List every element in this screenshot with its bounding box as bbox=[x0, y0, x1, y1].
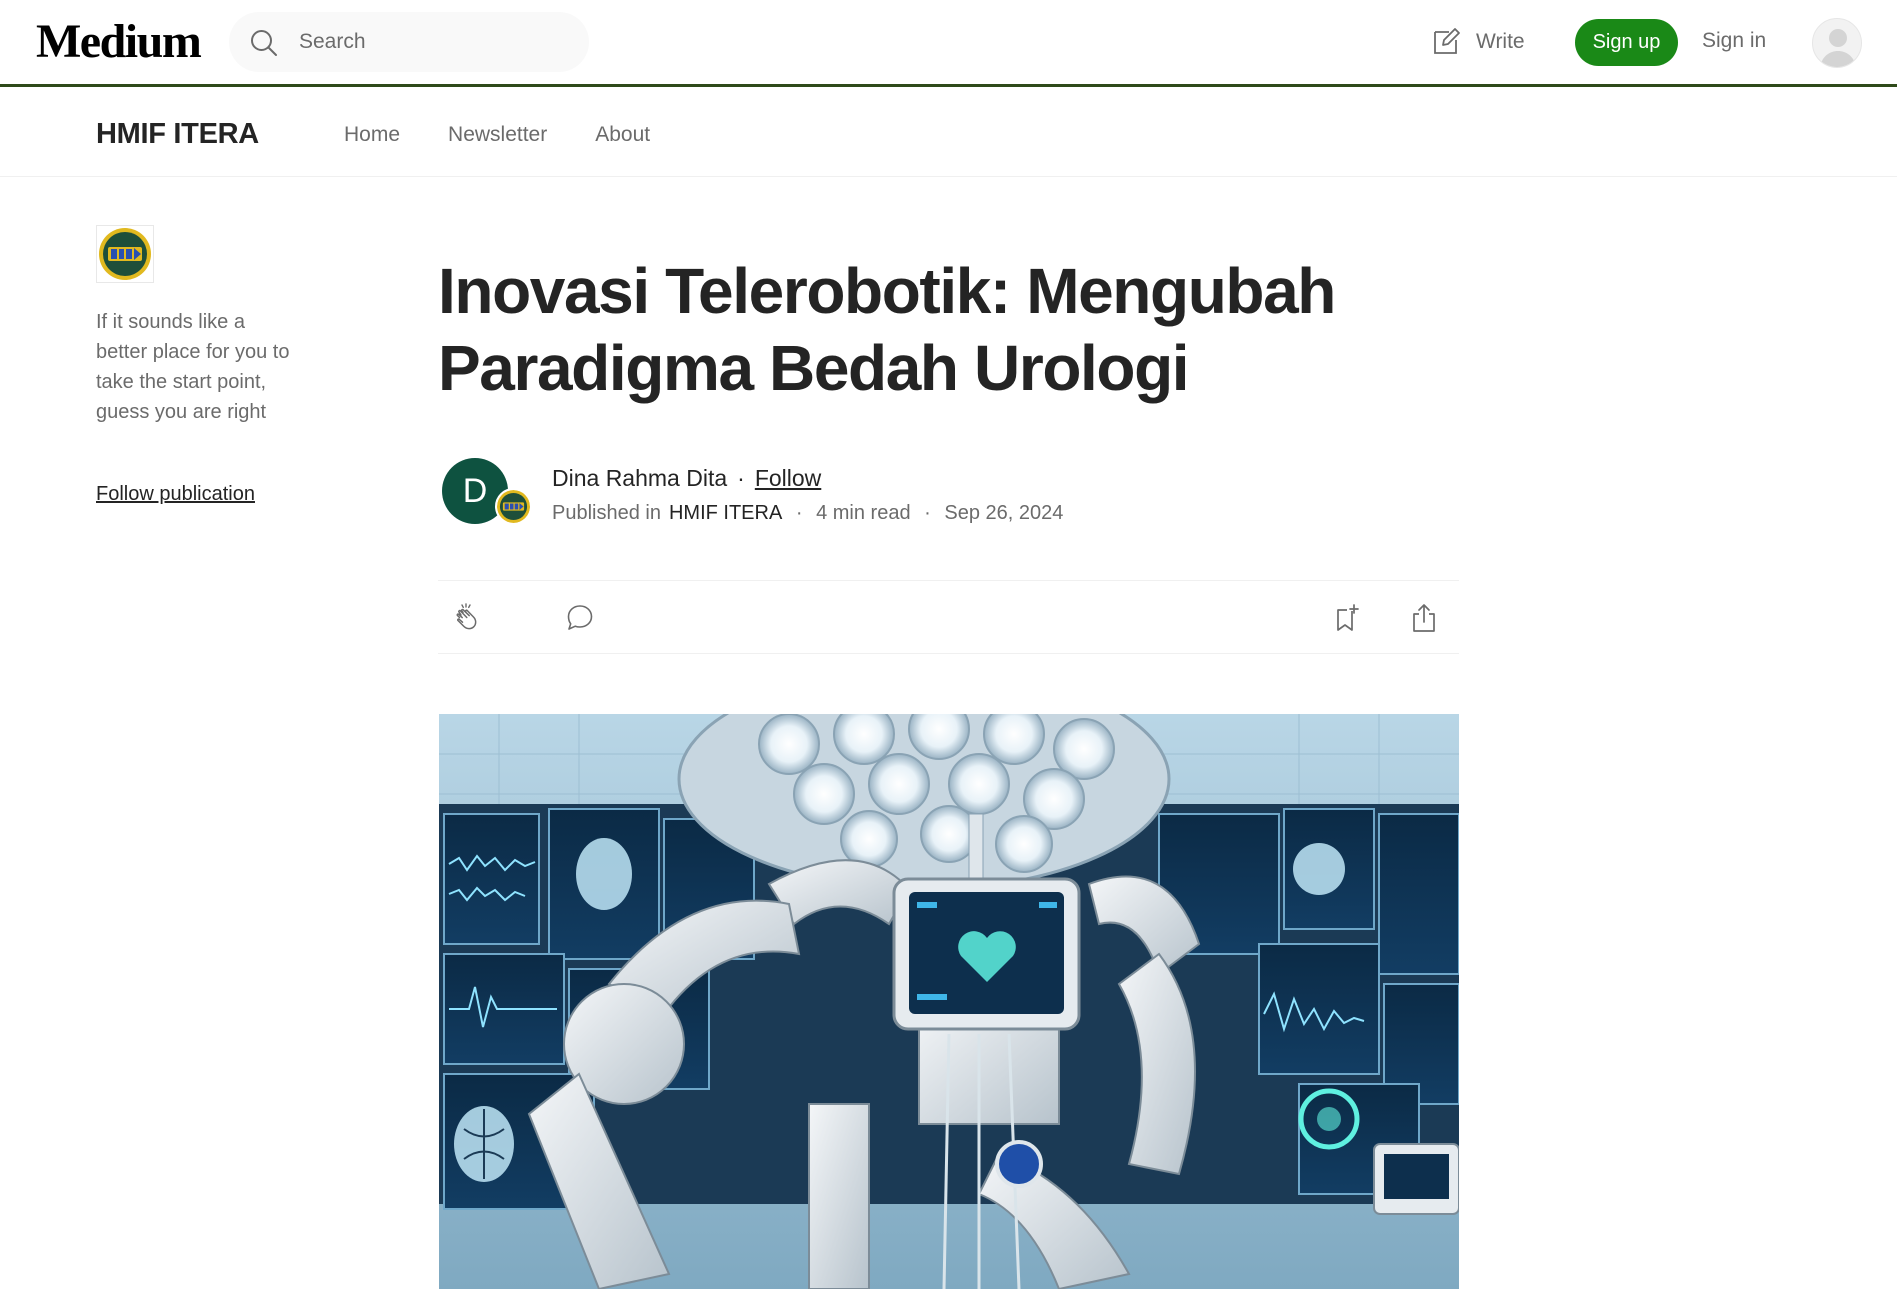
search-icon bbox=[251, 30, 277, 56]
follow-author-link[interactable]: Follow bbox=[755, 465, 821, 492]
user-avatar[interactable] bbox=[1812, 18, 1862, 68]
separator-dot: · bbox=[737, 465, 745, 491]
article-meta: Published in HMIF ITERA · 4 min read · S… bbox=[552, 502, 1063, 525]
publication-navbar: HMIF ITERA Home Newsletter About bbox=[0, 90, 1897, 177]
follow-publication-link[interactable]: Follow publication bbox=[96, 483, 255, 506]
publish-date: Sep 26, 2024 bbox=[944, 502, 1064, 524]
share-icon bbox=[1413, 604, 1435, 632]
write-icon bbox=[1434, 28, 1460, 54]
article-title: Inovasi Telerobotik: Mengubah Paradigma … bbox=[438, 255, 1336, 404]
article-action-bar bbox=[438, 580, 1459, 654]
separator-dot: · bbox=[918, 502, 937, 524]
author-line: Dina Rahma Dita · Follow bbox=[552, 465, 821, 492]
search-box[interactable] bbox=[229, 12, 589, 72]
bookmark-add-icon bbox=[1337, 604, 1359, 631]
publication-logo[interactable] bbox=[96, 225, 154, 283]
publication-badge[interactable] bbox=[495, 488, 532, 525]
top-navbar: Medium Write Sign up Sign in bbox=[0, 0, 1897, 87]
search-input[interactable] bbox=[299, 12, 569, 72]
nav-home[interactable]: Home bbox=[344, 123, 400, 147]
publication-name[interactable]: HMIF ITERA bbox=[96, 118, 259, 151]
article-hero-image bbox=[439, 714, 1459, 1289]
comment-button[interactable] bbox=[563, 601, 597, 635]
share-button[interactable] bbox=[1407, 601, 1441, 635]
robotic-surgery-illustration bbox=[439, 714, 1459, 1289]
write-label: Write bbox=[1476, 30, 1525, 53]
published-in-label: Published in bbox=[552, 502, 661, 524]
clap-icon bbox=[456, 603, 477, 630]
published-in-publication[interactable]: HMIF ITERA bbox=[669, 502, 782, 525]
nav-newsletter[interactable]: Newsletter bbox=[448, 123, 547, 147]
bookmark-button[interactable] bbox=[1331, 601, 1365, 635]
comment-icon bbox=[567, 605, 593, 630]
separator-dot: · bbox=[790, 502, 809, 524]
write-button[interactable]: Write bbox=[1430, 24, 1525, 60]
sign-up-button[interactable]: Sign up bbox=[1575, 19, 1678, 66]
read-time: 4 min read bbox=[816, 502, 911, 524]
publication-links: Home Newsletter About bbox=[344, 123, 650, 147]
author-name[interactable]: Dina Rahma Dita bbox=[552, 465, 727, 492]
clap-button[interactable] bbox=[450, 601, 484, 635]
publication-emblem-icon bbox=[97, 226, 153, 282]
medium-logo[interactable]: Medium bbox=[36, 14, 202, 69]
user-icon bbox=[1820, 29, 1856, 67]
publication-description: If it sounds like a better place for you… bbox=[96, 311, 290, 423]
publication-emblem-icon bbox=[497, 490, 530, 523]
nav-about[interactable]: About bbox=[595, 123, 650, 147]
sign-in-link[interactable]: Sign in bbox=[1702, 29, 1766, 53]
